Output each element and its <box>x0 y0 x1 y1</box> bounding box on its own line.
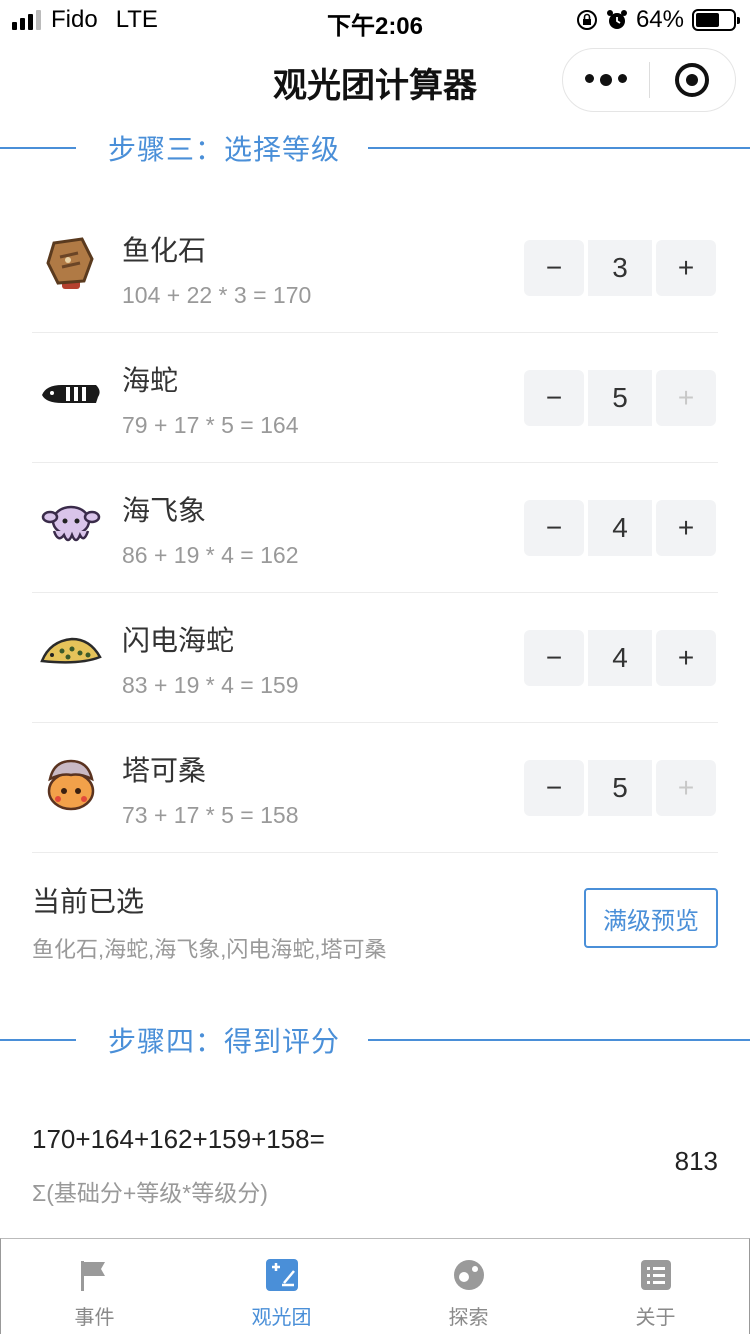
alarm-icon <box>606 10 627 29</box>
level-stepper: − 5 + <box>524 370 716 426</box>
more-dots-icon[interactable] <box>563 74 649 86</box>
decrease-button[interactable]: − <box>524 500 584 556</box>
tab-about[interactable]: 关于 <box>562 1239 749 1334</box>
decrease-button[interactable]: − <box>524 240 584 296</box>
increase-button[interactable]: + <box>656 760 716 816</box>
nav-bar: 观光团计算器 <box>0 40 750 120</box>
list-icon <box>640 1260 671 1290</box>
fish-fossil-icon <box>46 237 94 289</box>
score-formula: Σ(基础分+等级*等级分) <box>32 1180 268 1206</box>
orientation-lock-icon <box>576 10 597 30</box>
increase-button[interactable]: + <box>656 240 716 296</box>
list-item: 鱼化石 104 + 22 * 3 = 170 − 3 + <box>32 203 718 333</box>
list-item: 塔可桑 73 + 17 * 5 = 158 − 5 + <box>32 723 718 853</box>
level-stepper: − 4 + <box>524 630 716 686</box>
item-name: 闪电海蛇 <box>122 625 235 656</box>
level-value[interactable]: 3 <box>588 240 652 296</box>
tab-label: 关于 <box>635 1307 676 1329</box>
divider-line <box>368 147 750 149</box>
divider-line <box>368 1039 750 1041</box>
item-formula: 86 + 19 * 4 = 162 <box>122 542 299 568</box>
divider-line <box>0 147 76 149</box>
decrease-button[interactable]: − <box>524 760 584 816</box>
calculator-icon <box>265 1259 298 1291</box>
battery-icon <box>692 9 740 31</box>
list-item: 闪电海蛇 83 + 19 * 4 = 159 − 4 + <box>32 593 718 723</box>
divider-line <box>0 1039 76 1041</box>
target-icon <box>675 63 710 97</box>
level-stepper: − 4 + <box>524 500 716 556</box>
score-expression: 170+164+162+159+158= <box>32 1124 325 1154</box>
score-total: 813 <box>674 1146 718 1176</box>
selected-summary: 当前已选 鱼化石,海蛇,海飞象,闪电海蛇,塔可桑 满级预览 <box>32 878 718 978</box>
tab-label: 探索 <box>448 1307 489 1329</box>
miniprogram-capsule <box>562 48 736 112</box>
increase-button[interactable]: + <box>656 630 716 686</box>
step3-header: 步骤三：选择等级 <box>0 128 750 168</box>
dumbo-octopus-icon <box>41 505 101 542</box>
score-panel: 170+164+162+159+158= Σ(基础分+等级*等级分) 813 <box>32 1120 718 1210</box>
item-name: 塔可桑 <box>122 755 207 786</box>
battery-percent: 64% <box>635 6 684 33</box>
lightning-eel-icon <box>40 637 102 664</box>
item-name: 海飞象 <box>122 495 207 526</box>
level-stepper: − 3 + <box>524 240 716 296</box>
item-name: 海蛇 <box>122 365 179 396</box>
tab-bar: 事件 观光团 探索 关于 <box>0 1238 750 1334</box>
battery-fill <box>696 13 720 27</box>
flag-icon <box>80 1261 105 1291</box>
item-name: 鱼化石 <box>122 235 207 266</box>
decrease-button[interactable]: − <box>524 630 584 686</box>
increase-button[interactable]: + <box>656 500 716 556</box>
list-item: 海飞象 86 + 19 * 4 = 162 − 4 + <box>32 463 718 593</box>
tab-explore[interactable]: 探索 <box>375 1239 562 1334</box>
item-formula: 83 + 19 * 4 = 159 <box>122 672 299 698</box>
step3-title: 步骤三：选择等级 <box>108 134 341 165</box>
selected-names: 鱼化石,海蛇,海飞象,闪电海蛇,塔可桑 <box>32 937 387 962</box>
status-bar: Fido LTE 下午2:06 64% <box>0 0 750 40</box>
decrease-button[interactable]: − <box>524 370 584 426</box>
level-value[interactable]: 5 <box>588 370 652 426</box>
item-formula: 79 + 17 * 5 = 164 <box>122 412 299 438</box>
takosan-icon <box>47 759 95 811</box>
level-value[interactable]: 4 <box>588 630 652 686</box>
tab-label: 事件 <box>74 1307 115 1329</box>
max-level-preview-button[interactable]: 满级预览 <box>584 888 718 948</box>
tab-events[interactable]: 事件 <box>1 1239 188 1334</box>
item-formula: 104 + 22 * 3 = 170 <box>122 282 312 308</box>
level-value[interactable]: 5 <box>588 760 652 816</box>
selected-title: 当前已选 <box>32 886 145 917</box>
level-value[interactable]: 4 <box>588 500 652 556</box>
item-list: 鱼化石 104 + 22 * 3 = 170 − 3 + 海蛇 79 + 17 … <box>32 203 718 853</box>
item-formula: 73 + 17 * 5 = 158 <box>122 802 299 828</box>
tab-tour-group[interactable]: 观光团 <box>188 1239 375 1334</box>
step4-title: 步骤四：得到评分 <box>108 1026 341 1057</box>
explore-icon <box>453 1260 484 1290</box>
step4-header: 步骤四：得到评分 <box>0 1020 750 1060</box>
increase-button[interactable]: + <box>656 370 716 426</box>
close-button[interactable] <box>650 63 736 97</box>
list-item: 海蛇 79 + 17 * 5 = 164 − 5 + <box>32 333 718 463</box>
status-right: 64% <box>576 6 740 34</box>
tab-label: 观光团 <box>251 1307 312 1329</box>
sea-snake-icon <box>42 385 100 403</box>
level-stepper: − 5 + <box>524 760 716 816</box>
